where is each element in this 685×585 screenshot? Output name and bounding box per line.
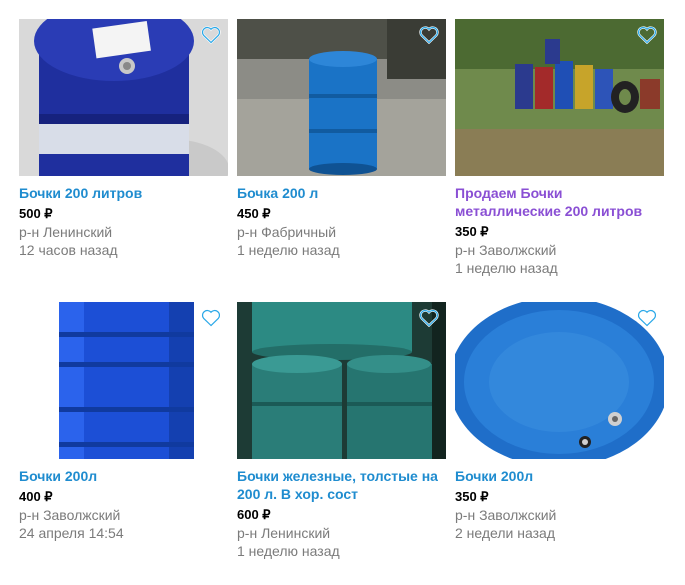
barrel-top-photo	[455, 302, 664, 459]
listing-photo[interactable]	[237, 19, 446, 176]
listing-title[interactable]: Бочки 200л	[19, 467, 228, 485]
listing-price: 600 ₽	[237, 507, 271, 522]
listing-time: 24 апреля 14:54	[19, 525, 124, 541]
blue-barrel-photo	[19, 19, 228, 176]
listing-location: р-н Ленинский	[19, 224, 113, 240]
listing-location: р-н Заволжский	[19, 507, 121, 523]
favorite-heart-icon[interactable]	[637, 26, 657, 44]
favorite-heart-icon[interactable]	[201, 26, 221, 44]
listing-price: 350 ₽	[455, 489, 489, 504]
favorite-heart-icon[interactable]	[419, 26, 439, 44]
listing-card[interactable]: Бочки 200л 400 ₽ р-н Заволжский 24 апрел…	[19, 302, 228, 585]
listing-location: р-н Заволжский	[455, 507, 557, 523]
listing-time: 1 неделю назад	[455, 260, 558, 276]
teal-barrels-photo	[237, 302, 446, 459]
favorite-heart-icon[interactable]	[201, 309, 221, 327]
listing-location: р-н Заволжский	[455, 242, 557, 258]
listing-time: 1 неделю назад	[237, 242, 340, 258]
listing-card[interactable]: Бочка 200 л 450 ₽ р-н Фабричный 1 неделю…	[237, 19, 446, 302]
listing-price: 350 ₽	[455, 224, 489, 239]
blue-barrel-photo	[19, 302, 228, 459]
listing-card[interactable]: Бочки 200л 350 ₽ р-н Заволжский 2 недели…	[455, 302, 664, 585]
listing-photo[interactable]	[19, 19, 228, 176]
listing-photo[interactable]	[455, 302, 664, 459]
listing-title[interactable]: Бочки железные, толстые на 200 л. В хор.…	[237, 467, 446, 503]
listing-price: 450 ₽	[237, 206, 271, 221]
listing-location: р-н Ленинский	[237, 525, 331, 541]
listing-time: 12 часов назад	[19, 242, 118, 258]
favorite-heart-icon[interactable]	[419, 309, 439, 327]
favorite-heart-icon[interactable]	[637, 309, 657, 327]
listing-location: р-н Фабричный	[237, 224, 337, 240]
listing-photo[interactable]	[455, 19, 664, 176]
listing-title[interactable]: Бочки 200 литров	[19, 184, 228, 202]
listing-card[interactable]: Бочки железные, толстые на 200 л. В хор.…	[237, 302, 446, 585]
listing-photo[interactable]	[19, 302, 228, 459]
listings-grid: Бочки 200 литров 500 ₽ р-н Ленинский 12 …	[19, 19, 664, 585]
listing-title[interactable]: Продаем Бочки металлические 200 литров	[455, 184, 664, 220]
listing-time: 1 неделю назад	[237, 543, 340, 559]
listing-card[interactable]: Продаем Бочки металлические 200 литров 3…	[455, 19, 664, 302]
barrels-on-grass-photo	[455, 19, 664, 176]
listing-title[interactable]: Бочки 200л	[455, 467, 664, 485]
listing-title[interactable]: Бочка 200 л	[237, 184, 446, 202]
listing-card[interactable]: Бочки 200 литров 500 ₽ р-н Ленинский 12 …	[19, 19, 228, 302]
listing-time: 2 недели назад	[455, 525, 555, 541]
listing-price: 400 ₽	[19, 489, 53, 504]
listing-price: 500 ₽	[19, 206, 53, 221]
listing-photo[interactable]	[237, 302, 446, 459]
blue-barrel-photo	[237, 19, 446, 176]
